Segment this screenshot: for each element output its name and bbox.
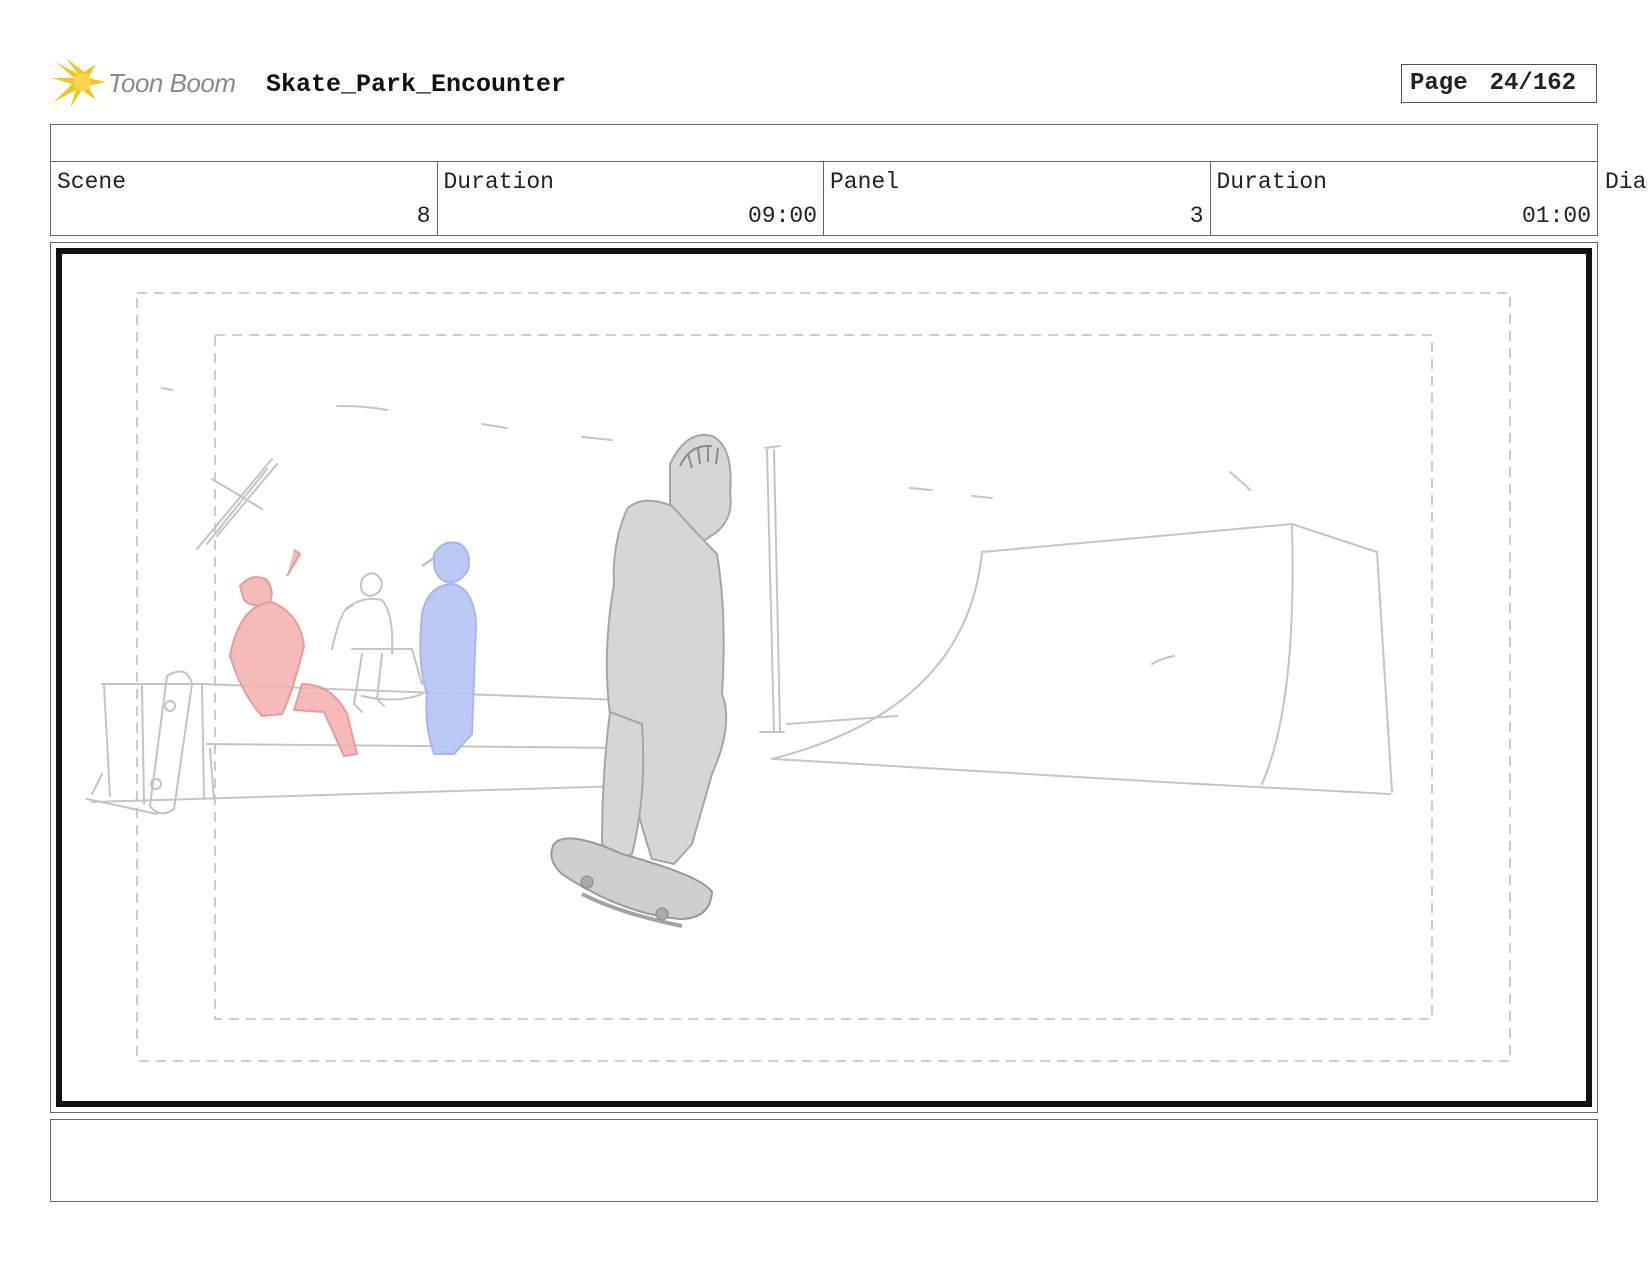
page-indicator: Page 24/162 <box>1401 64 1597 103</box>
panel-cell: Panel 3 <box>824 161 1211 235</box>
starburst-icon <box>52 58 106 108</box>
title-safe-guide <box>136 292 1511 1062</box>
project-title: Skate_Park_Encounter <box>266 70 567 99</box>
scene-duration-label: Duration <box>443 169 554 195</box>
panel-value: 3 <box>1189 203 1204 229</box>
action-safe-guide <box>214 334 1433 1020</box>
skater-figure-sketch <box>600 433 732 866</box>
scene-duration-value: 09:00 <box>747 203 817 229</box>
page-label: Page <box>1410 70 1468 97</box>
dialogue-label-clipped: Dia <box>1605 169 1647 195</box>
scene-value: 8 <box>416 203 431 229</box>
panel-info-row: Scene 8 Duration 09:00 Panel 3 Duration … <box>50 161 1598 236</box>
storyboard-sketch <box>86 292 1511 1062</box>
blank-header-row <box>50 124 1598 162</box>
panel-duration-label: Duration <box>1216 169 1327 195</box>
panel-notes-box <box>50 1119 1598 1202</box>
scene-cell: Scene 8 <box>51 161 438 235</box>
scene-duration-cell: Duration 09:00 <box>438 161 824 235</box>
blue-figure-sketch <box>419 541 478 755</box>
panel-duration-value: 01:00 <box>1521 203 1591 229</box>
page-number: 24/162 <box>1489 70 1577 97</box>
red-figure-sketch <box>228 549 359 758</box>
scene-label: Scene <box>57 169 127 195</box>
background-sketch-lines <box>86 387 1393 815</box>
toon-boom-logo: Toon Boom <box>52 56 252 110</box>
panel-label: Panel <box>830 169 900 195</box>
logo-text: Toon Boom <box>108 68 236 98</box>
panel-duration-cell: Duration 01:00 <box>1211 161 1598 235</box>
